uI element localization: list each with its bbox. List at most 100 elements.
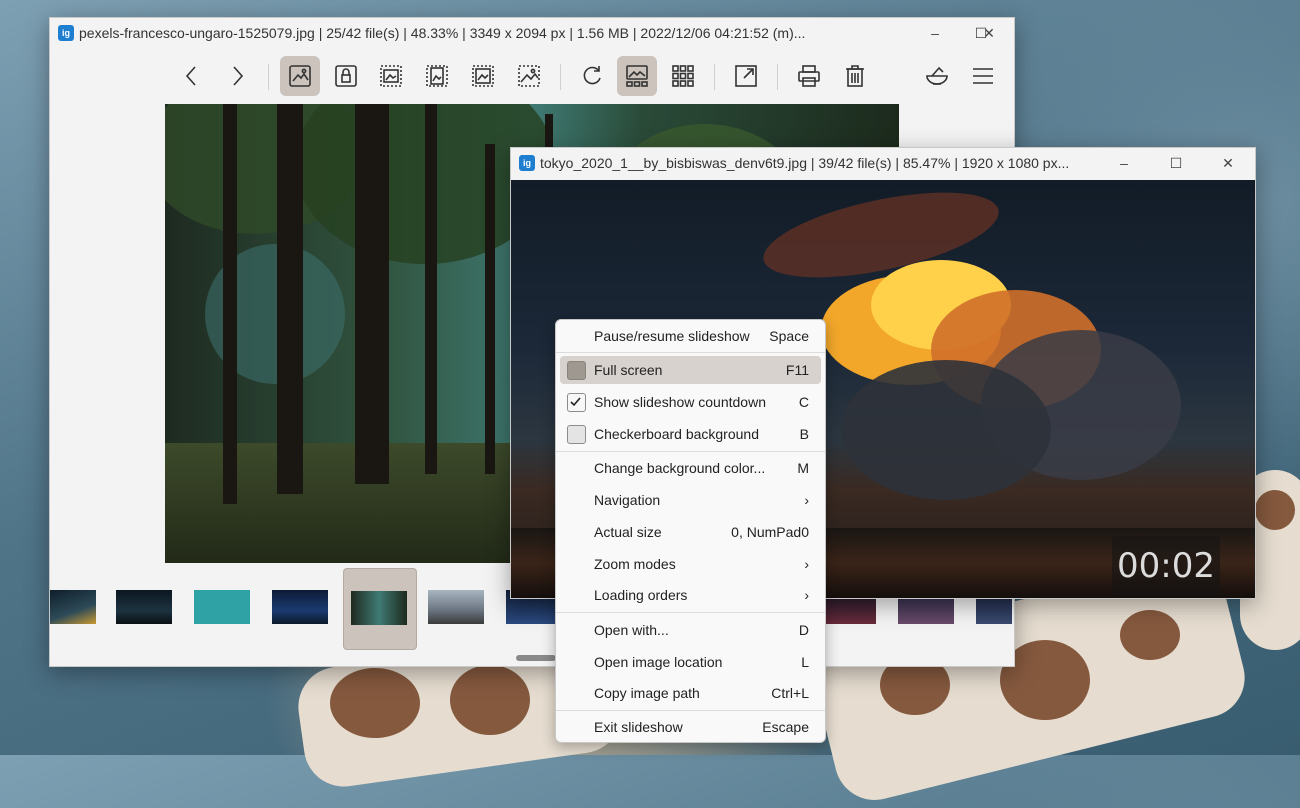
minimize-icon: – [1120, 155, 1128, 171]
menu-item-open-with[interactable]: Open with... D [560, 616, 821, 644]
menu-item-label: Copy image path [594, 685, 700, 701]
menu-item-label: Exit slideshow [594, 719, 683, 735]
scale-fill-icon [518, 65, 540, 87]
main-toolbar [50, 56, 1014, 100]
menu-item-navigation[interactable]: Navigation › [560, 486, 821, 514]
menu-item-label: Full screen [594, 362, 663, 378]
slideshow-countdown: 00:02 [1112, 536, 1220, 596]
menu-item-label: Show slideshow countdown [594, 394, 766, 410]
menu-separator [556, 612, 825, 613]
previous-image-button[interactable] [172, 56, 212, 96]
menu-item-loading-orders[interactable]: Loading orders › [560, 581, 821, 609]
menu-item-shortcut: 0, NumPad0 [731, 524, 809, 540]
thumbnail-item[interactable] [50, 590, 96, 624]
menu-separator [556, 352, 825, 353]
refresh-icon [583, 66, 601, 85]
close-icon: ✕ [1222, 154, 1234, 171]
toolbar-divider [560, 64, 561, 90]
close-button[interactable]: ✕ [966, 18, 1012, 48]
close-icon: ✕ [983, 24, 995, 41]
toolbar-divider [777, 64, 778, 90]
checkerboard-checkbox[interactable] [567, 425, 586, 444]
thumbnail-item-selected[interactable] [343, 568, 417, 650]
scale-to-fill-button[interactable] [509, 56, 549, 96]
menu-item-label: Zoom modes [594, 556, 676, 572]
main-menu-button[interactable] [963, 56, 1003, 96]
scale-to-height-button[interactable] [417, 56, 457, 96]
thumbnail-item[interactable] [194, 590, 250, 624]
scale-height-icon [426, 65, 448, 87]
menu-item-label: Actual size [594, 524, 662, 540]
menu-item-open-location[interactable]: Open image location L [560, 648, 821, 676]
minimize-button[interactable]: – [1101, 148, 1147, 178]
scale-to-width-button[interactable] [371, 56, 411, 96]
print-button[interactable] [789, 56, 829, 96]
menu-item-pause-resume[interactable]: Pause/resume slideshow Space [560, 322, 821, 350]
thumbnail-item[interactable] [428, 590, 484, 624]
lock-icon [335, 65, 357, 87]
menu-item-label: Open image location [594, 654, 723, 670]
menu-item-shortcut: B [799, 426, 809, 442]
thumbnail-item[interactable] [272, 590, 328, 624]
thumbnail-bar-button[interactable] [617, 56, 657, 96]
scale-to-fit-button[interactable] [463, 56, 503, 96]
menu-item-background-color[interactable]: Change background color... M [560, 454, 821, 482]
close-button[interactable]: ✕ [1205, 148, 1251, 178]
maximize-icon: ☐ [1169, 154, 1183, 171]
menu-item-shortcut: Space [769, 328, 809, 344]
menu-item-label: Loading orders [594, 587, 688, 603]
full-screen-checkbox[interactable] [567, 361, 586, 380]
auto-zoom-button[interactable] [280, 56, 320, 96]
chevron-left-icon [185, 66, 196, 86]
refresh-button[interactable] [572, 56, 612, 96]
maximize-button[interactable]: ☐ [1153, 148, 1199, 178]
app-logo-icon: ig [519, 155, 535, 171]
menu-item-label: Checkerboard background [594, 426, 759, 442]
submenu-arrow-icon: › [804, 556, 809, 572]
menu-item-shortcut: Ctrl+L [771, 685, 809, 701]
menu-item-shortcut: F11 [785, 362, 809, 378]
show-countdown-checkbox[interactable] [567, 393, 586, 412]
lock-zoom-button[interactable] [326, 56, 366, 96]
fullscreen-button[interactable] [726, 56, 766, 96]
window-title: pexels-francesco-ungaro-1525079.jpg | 25… [79, 25, 806, 41]
menu-item-label: Open with... [594, 622, 669, 638]
menu-separator [556, 710, 825, 711]
edit-button[interactable] [917, 56, 957, 96]
menu-item-exit-slideshow[interactable]: Exit slideshow Escape [560, 713, 821, 741]
chevron-right-icon [233, 66, 244, 86]
thumbnail-scrollbar[interactable] [516, 655, 556, 661]
checkmark-icon [570, 397, 581, 407]
menu-item-shortcut: L [801, 654, 809, 670]
submenu-arrow-icon: › [804, 587, 809, 603]
menu-item-shortcut: C [798, 394, 809, 410]
expand-icon [735, 65, 757, 87]
delete-button[interactable] [835, 56, 875, 96]
menu-item-copy-path[interactable]: Copy image path Ctrl+L [560, 679, 821, 707]
menu-item-shortcut: Escape [762, 719, 809, 735]
menu-item-label: Pause/resume slideshow [594, 328, 750, 344]
edit-bowl-icon [926, 66, 948, 85]
menu-item-shortcut: M [797, 460, 809, 476]
window-title: tokyo_2020_1__by_bisbiswas_denv6t9.jpg |… [540, 155, 1070, 171]
main-window-titlebar[interactable]: ig pexels-francesco-ungaro-1525079.jpg |… [50, 18, 1014, 48]
next-image-button[interactable] [217, 56, 257, 96]
printer-icon [798, 65, 820, 87]
menu-item-label: Navigation [594, 492, 661, 508]
toolbar-divider [714, 64, 715, 90]
toolbar-divider [268, 64, 269, 90]
picture-icon [289, 65, 311, 87]
slideshow-context-menu: Pause/resume slideshow Space Full screen… [555, 319, 826, 743]
submenu-arrow-icon: › [804, 492, 809, 508]
grid-icon [672, 65, 694, 87]
menu-item-show-countdown[interactable]: Show slideshow countdown C [560, 388, 821, 416]
menu-item-actual-size[interactable]: Actual size 0, NumPad0 [560, 518, 821, 546]
gallery-button[interactable] [663, 56, 703, 96]
thumbnail-item[interactable] [116, 590, 172, 624]
trash-icon [846, 65, 864, 87]
menu-item-checkerboard[interactable]: Checkerboard background B [560, 420, 821, 448]
menu-separator [556, 451, 825, 452]
menu-item-full-screen[interactable]: Full screen F11 [560, 356, 821, 384]
menu-item-zoom-modes[interactable]: Zoom modes › [560, 550, 821, 578]
thumbnail-bar-icon [626, 65, 648, 87]
